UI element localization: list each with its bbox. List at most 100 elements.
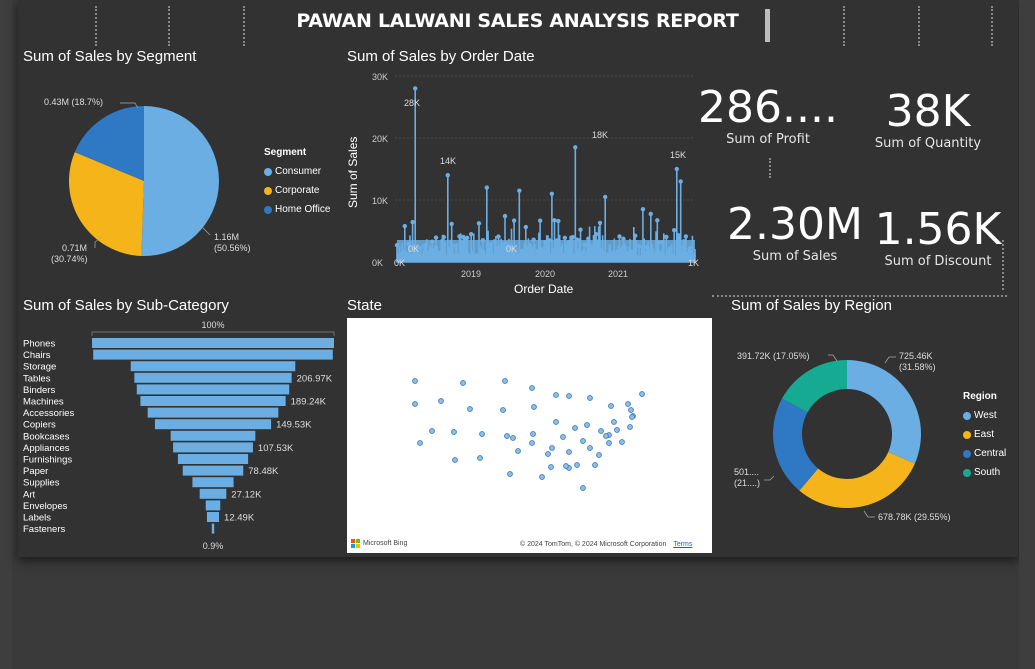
sales-point[interactable] bbox=[465, 235, 470, 240]
state-marker[interactable] bbox=[560, 434, 566, 440]
state-marker[interactable] bbox=[529, 440, 535, 446]
sales-point[interactable] bbox=[640, 207, 646, 212]
sales-point[interactable] bbox=[632, 233, 638, 238]
funnel-bar-accessories[interactable] bbox=[147, 407, 279, 418]
funnel-bar-tables[interactable] bbox=[134, 372, 292, 383]
legend-corporate[interactable]: Corporate bbox=[264, 185, 330, 196]
sales-point[interactable] bbox=[648, 211, 653, 217]
profit-card[interactable]: 286.... Sum of Profit bbox=[693, 86, 843, 148]
sales-point[interactable] bbox=[549, 191, 555, 196]
legend-west[interactable]: West bbox=[963, 410, 1006, 421]
state-marker[interactable] bbox=[598, 428, 604, 434]
terms-link[interactable]: Terms bbox=[673, 541, 692, 548]
state-marker[interactable] bbox=[639, 391, 645, 397]
state-marker[interactable] bbox=[627, 424, 633, 430]
sales-point[interactable] bbox=[496, 234, 501, 239]
sales-point[interactable] bbox=[413, 86, 418, 91]
sales-point[interactable] bbox=[652, 251, 657, 257]
sales-point[interactable] bbox=[674, 166, 679, 172]
sales-point[interactable] bbox=[582, 242, 587, 247]
funnel-bar-machines[interactable] bbox=[140, 396, 286, 406]
state-marker[interactable] bbox=[531, 404, 537, 410]
state-marker[interactable] bbox=[596, 452, 602, 458]
state-marker[interactable] bbox=[584, 422, 590, 428]
funnel-bar-fasteners[interactable] bbox=[211, 523, 215, 534]
region-donut[interactable] bbox=[773, 360, 921, 508]
funnel-bar-paper[interactable] bbox=[182, 465, 244, 476]
sales-point[interactable] bbox=[671, 227, 677, 233]
funnel-bar-appliances[interactable] bbox=[173, 442, 253, 453]
sales-point[interactable] bbox=[537, 218, 543, 223]
region-slice-west[interactable] bbox=[847, 360, 921, 464]
sales-point[interactable] bbox=[593, 232, 599, 237]
sales-point[interactable] bbox=[531, 237, 536, 242]
sales-point[interactable] bbox=[636, 243, 642, 249]
state-marker[interactable] bbox=[539, 474, 545, 480]
funnel-bar-copiers[interactable] bbox=[154, 419, 272, 430]
sales-point[interactable] bbox=[492, 239, 497, 244]
sales-point[interactable] bbox=[655, 218, 660, 223]
sales-point[interactable] bbox=[543, 239, 548, 245]
state-marker[interactable] bbox=[592, 462, 598, 468]
legend-central[interactable]: Central bbox=[963, 448, 1006, 459]
sales-point[interactable] bbox=[573, 145, 578, 150]
sales-point[interactable] bbox=[552, 218, 557, 223]
state-marker[interactable] bbox=[452, 457, 458, 463]
state-marker[interactable] bbox=[625, 401, 631, 407]
sales-point[interactable] bbox=[550, 247, 556, 253]
funnel-bar-envelopes[interactable] bbox=[205, 500, 221, 511]
state-marker[interactable] bbox=[553, 419, 559, 425]
funnel-bar-phones[interactable] bbox=[92, 338, 334, 348]
sales-point[interactable] bbox=[603, 194, 608, 200]
sales-point[interactable] bbox=[679, 246, 685, 251]
sales-card[interactable]: 2.30M Sum of Sales bbox=[725, 203, 865, 265]
legend-east[interactable]: East bbox=[963, 429, 1006, 440]
state-marker[interactable] bbox=[545, 451, 551, 457]
state-marker[interactable] bbox=[479, 431, 485, 437]
state-marker[interactable] bbox=[510, 435, 516, 441]
sales-point[interactable] bbox=[476, 221, 482, 226]
region-donut-chart[interactable]: 391.72K (17.05%) 725.46K (31.58%) 501...… bbox=[720, 330, 960, 540]
segment-slice-consumer[interactable] bbox=[141, 106, 219, 256]
state-map[interactable]: Microsoft Bing © 2024 TomTom, © 2024 Mic… bbox=[347, 318, 712, 553]
state-marker[interactable] bbox=[563, 463, 569, 469]
sales-point[interactable] bbox=[527, 243, 532, 248]
state-marker[interactable] bbox=[548, 464, 554, 470]
sales-point[interactable] bbox=[613, 251, 618, 256]
state-marker[interactable] bbox=[438, 398, 444, 404]
state-marker[interactable] bbox=[412, 378, 418, 384]
sales-point[interactable] bbox=[609, 251, 614, 257]
sales-point[interactable] bbox=[461, 234, 466, 240]
state-marker[interactable] bbox=[580, 485, 586, 491]
subcategory-funnel-chart[interactable]: 100% PhonesChairsStorageTables 206.97K Bin… bbox=[20, 318, 342, 553]
order-date-chart[interactable]: 30K 20K 10K 0K 2019 2020 2021 Order Date… bbox=[340, 66, 705, 301]
sales-point[interactable] bbox=[678, 179, 683, 184]
sales-point[interactable] bbox=[449, 221, 454, 227]
legend-home-office[interactable]: Home Office bbox=[264, 204, 330, 215]
sales-point[interactable] bbox=[410, 219, 415, 225]
sales-point[interactable] bbox=[457, 234, 462, 239]
sales-point[interactable] bbox=[687, 246, 692, 251]
sales-point[interactable] bbox=[437, 250, 443, 256]
funnel-bar-furnishings[interactable] bbox=[177, 454, 249, 464]
sales-series-line[interactable] bbox=[394, 86, 696, 263]
funnel-bar-chairs[interactable] bbox=[93, 349, 333, 360]
state-marker[interactable] bbox=[460, 380, 466, 386]
state-marker[interactable] bbox=[566, 449, 572, 455]
legend-south[interactable]: South bbox=[963, 467, 1006, 478]
sales-point[interactable] bbox=[453, 243, 458, 249]
sales-point[interactable] bbox=[426, 250, 431, 256]
sales-point[interactable] bbox=[523, 224, 529, 230]
segment-pie[interactable] bbox=[69, 106, 219, 256]
sales-point[interactable] bbox=[398, 251, 404, 257]
state-marker[interactable] bbox=[574, 462, 580, 468]
state-marker[interactable] bbox=[502, 378, 508, 384]
state-marker[interactable] bbox=[566, 393, 572, 399]
sales-point[interactable] bbox=[539, 247, 544, 252]
sales-point[interactable] bbox=[566, 239, 571, 245]
state-marker[interactable] bbox=[549, 445, 555, 451]
sales-point[interactable] bbox=[621, 236, 626, 242]
state-marker[interactable] bbox=[629, 414, 635, 420]
state-marker[interactable] bbox=[587, 445, 593, 451]
sales-point[interactable] bbox=[394, 242, 400, 248]
